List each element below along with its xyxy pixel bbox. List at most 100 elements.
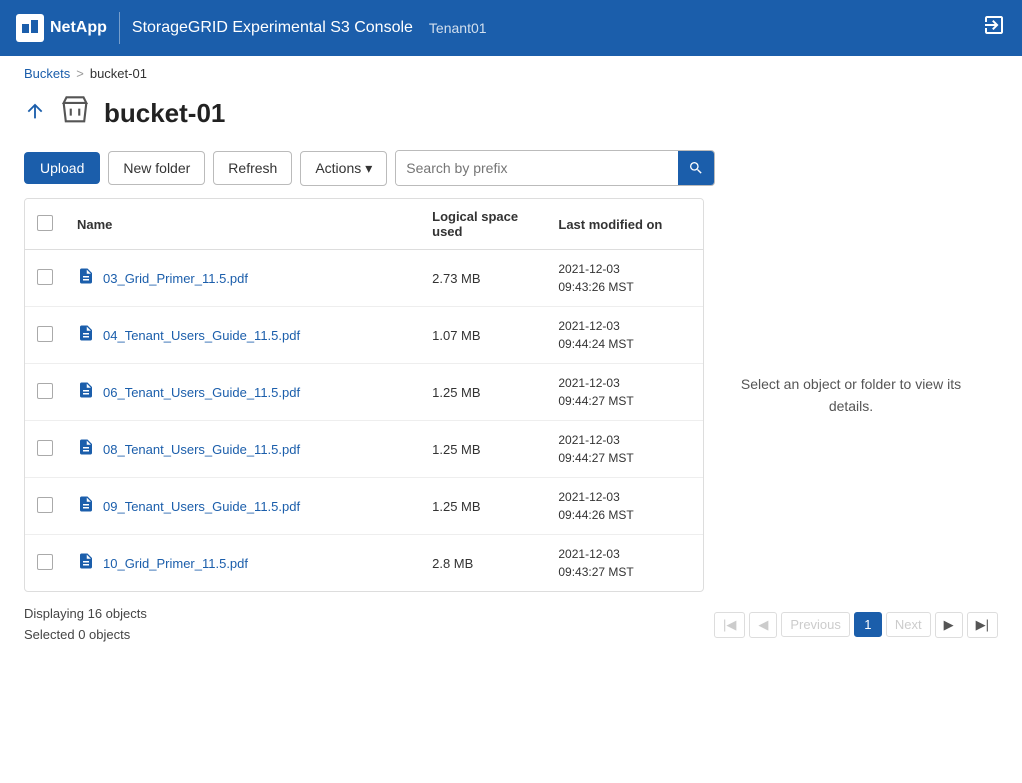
row-size-cell: 1.25 MB	[420, 364, 546, 421]
row-size-cell: 2.73 MB	[420, 250, 546, 307]
file-name-text: 09_Tenant_Users_Guide_11.5.pdf	[103, 499, 300, 514]
last-page-button[interactable]: ▶|	[967, 612, 998, 638]
search-box	[395, 150, 715, 186]
row-checkbox-3[interactable]	[37, 440, 53, 456]
row-checkbox-cell	[25, 307, 65, 364]
files-table: Name Logical spaceused Last modified on …	[25, 199, 703, 591]
breadcrumb-parent[interactable]: Buckets	[24, 66, 70, 81]
navigate-up-button[interactable]	[24, 100, 46, 128]
prev-page-button[interactable]: ◀	[749, 612, 777, 638]
next-page-button[interactable]: ▶	[935, 612, 963, 638]
chevron-down-icon: ▾	[365, 160, 372, 177]
file-name-text: 06_Tenant_Users_Guide_11.5.pdf	[103, 385, 300, 400]
details-panel: Select an object or folder to view its d…	[704, 198, 998, 592]
toolbar: Upload New folder Refresh Actions ▾	[0, 150, 1022, 198]
row-name-cell: 04_Tenant_Users_Guide_11.5.pdf	[65, 307, 420, 364]
row-checkbox-cell	[25, 421, 65, 478]
actions-button[interactable]: Actions ▾	[300, 151, 387, 186]
file-name-text: 03_Grid_Primer_11.5.pdf	[103, 271, 248, 286]
file-link-2[interactable]: 06_Tenant_Users_Guide_11.5.pdf	[77, 381, 408, 404]
table-panel: Name Logical spaceused Last modified on …	[24, 198, 704, 592]
footer-info: Displaying 16 objects Selected 0 objects	[24, 604, 147, 646]
row-date-cell: 2021-12-0309:44:26 MST	[546, 478, 703, 535]
pagination: |◀ ◀ Previous 1 Next ▶ ▶|	[714, 612, 998, 638]
row-checkbox-cell	[25, 478, 65, 535]
display-count: Displaying 16 objects	[24, 604, 147, 625]
select-all-checkbox[interactable]	[37, 215, 53, 231]
logo-text: NetApp	[50, 19, 107, 37]
row-checkbox-cell	[25, 250, 65, 307]
row-date-cell: 2021-12-0309:44:27 MST	[546, 364, 703, 421]
row-checkbox-2[interactable]	[37, 383, 53, 399]
header-left: NetApp StorageGRID Experimental S3 Conso…	[16, 12, 487, 44]
row-checkbox-cell	[25, 535, 65, 592]
header-divider	[119, 12, 120, 44]
upload-button[interactable]: Upload	[24, 152, 100, 184]
row-date-cell: 2021-12-0309:43:27 MST	[546, 535, 703, 592]
row-date-cell: 2021-12-0309:44:27 MST	[546, 421, 703, 478]
row-size-cell: 1.25 MB	[420, 421, 546, 478]
row-size-cell: 2.8 MB	[420, 535, 546, 592]
file-link-1[interactable]: 04_Tenant_Users_Guide_11.5.pdf	[77, 324, 408, 347]
file-link-4[interactable]: 09_Tenant_Users_Guide_11.5.pdf	[77, 495, 408, 518]
row-checkbox-4[interactable]	[37, 497, 53, 513]
row-size-cell: 1.25 MB	[420, 478, 546, 535]
search-input[interactable]	[396, 151, 678, 185]
file-icon	[77, 381, 95, 404]
actions-label: Actions	[315, 160, 361, 176]
logo-icon	[16, 14, 44, 42]
date-column-header: Last modified on	[546, 199, 703, 250]
file-name-text: 08_Tenant_Users_Guide_11.5.pdf	[103, 442, 300, 457]
header-title: StorageGRID Experimental S3 Console	[132, 19, 413, 37]
file-icon	[77, 552, 95, 575]
table-row: 06_Tenant_Users_Guide_11.5.pdf 1.25 MB 2…	[25, 364, 703, 421]
file-name-text: 10_Grid_Primer_11.5.pdf	[103, 556, 248, 571]
page-title: bucket-01	[104, 98, 225, 129]
row-checkbox-5[interactable]	[37, 554, 53, 570]
refresh-button[interactable]: Refresh	[213, 151, 292, 185]
header-tenant: Tenant01	[429, 20, 487, 36]
row-checkbox-0[interactable]	[37, 269, 53, 285]
current-page-button[interactable]: 1	[854, 612, 882, 637]
file-link-3[interactable]: 08_Tenant_Users_Guide_11.5.pdf	[77, 438, 408, 461]
file-icon	[77, 324, 95, 347]
search-button[interactable]	[678, 150, 714, 186]
row-size-cell: 1.07 MB	[420, 307, 546, 364]
file-link-5[interactable]: 10_Grid_Primer_11.5.pdf	[77, 552, 408, 575]
row-checkbox-cell	[25, 364, 65, 421]
table-row: 09_Tenant_Users_Guide_11.5.pdf 1.25 MB 2…	[25, 478, 703, 535]
table-row: 08_Tenant_Users_Guide_11.5.pdf 1.25 MB 2…	[25, 421, 703, 478]
row-date-cell: 2021-12-0309:43:26 MST	[546, 250, 703, 307]
main-content: Name Logical spaceused Last modified on …	[0, 198, 1022, 592]
table-row: 04_Tenant_Users_Guide_11.5.pdf 1.07 MB 2…	[25, 307, 703, 364]
name-column-header: Name	[65, 199, 420, 250]
next-label: Next	[886, 612, 931, 637]
file-icon	[77, 267, 95, 290]
table-row: 03_Grid_Primer_11.5.pdf 2.73 MB 2021-12-…	[25, 250, 703, 307]
exit-button[interactable]	[982, 13, 1006, 43]
file-link-0[interactable]: 03_Grid_Primer_11.5.pdf	[77, 267, 408, 290]
file-icon	[77, 495, 95, 518]
table-wrapper[interactable]: Name Logical spaceused Last modified on …	[25, 199, 703, 591]
table-row: 10_Grid_Primer_11.5.pdf 2.8 MB 2021-12-0…	[25, 535, 703, 592]
breadcrumb-current: bucket-01	[90, 66, 147, 81]
selected-count: Selected 0 objects	[24, 625, 147, 646]
previous-label: Previous	[781, 612, 850, 637]
file-name-text: 04_Tenant_Users_Guide_11.5.pdf	[103, 328, 300, 343]
table-header-row: Name Logical spaceused Last modified on	[25, 199, 703, 250]
row-checkbox-1[interactable]	[37, 326, 53, 342]
footer: Displaying 16 objects Selected 0 objects…	[0, 592, 1022, 658]
first-page-button[interactable]: |◀	[714, 612, 745, 638]
size-column-header: Logical spaceused	[420, 199, 546, 250]
page-title-area: bucket-01	[0, 85, 1022, 150]
file-icon	[77, 438, 95, 461]
row-name-cell: 08_Tenant_Users_Guide_11.5.pdf	[65, 421, 420, 478]
breadcrumb-separator: >	[76, 66, 84, 81]
row-name-cell: 09_Tenant_Users_Guide_11.5.pdf	[65, 478, 420, 535]
select-all-header	[25, 199, 65, 250]
row-name-cell: 03_Grid_Primer_11.5.pdf	[65, 250, 420, 307]
breadcrumb: Buckets > bucket-01	[0, 56, 1022, 85]
new-folder-button[interactable]: New folder	[108, 151, 205, 185]
details-message: Select an object or folder to view its d…	[728, 373, 974, 418]
row-date-cell: 2021-12-0309:44:24 MST	[546, 307, 703, 364]
